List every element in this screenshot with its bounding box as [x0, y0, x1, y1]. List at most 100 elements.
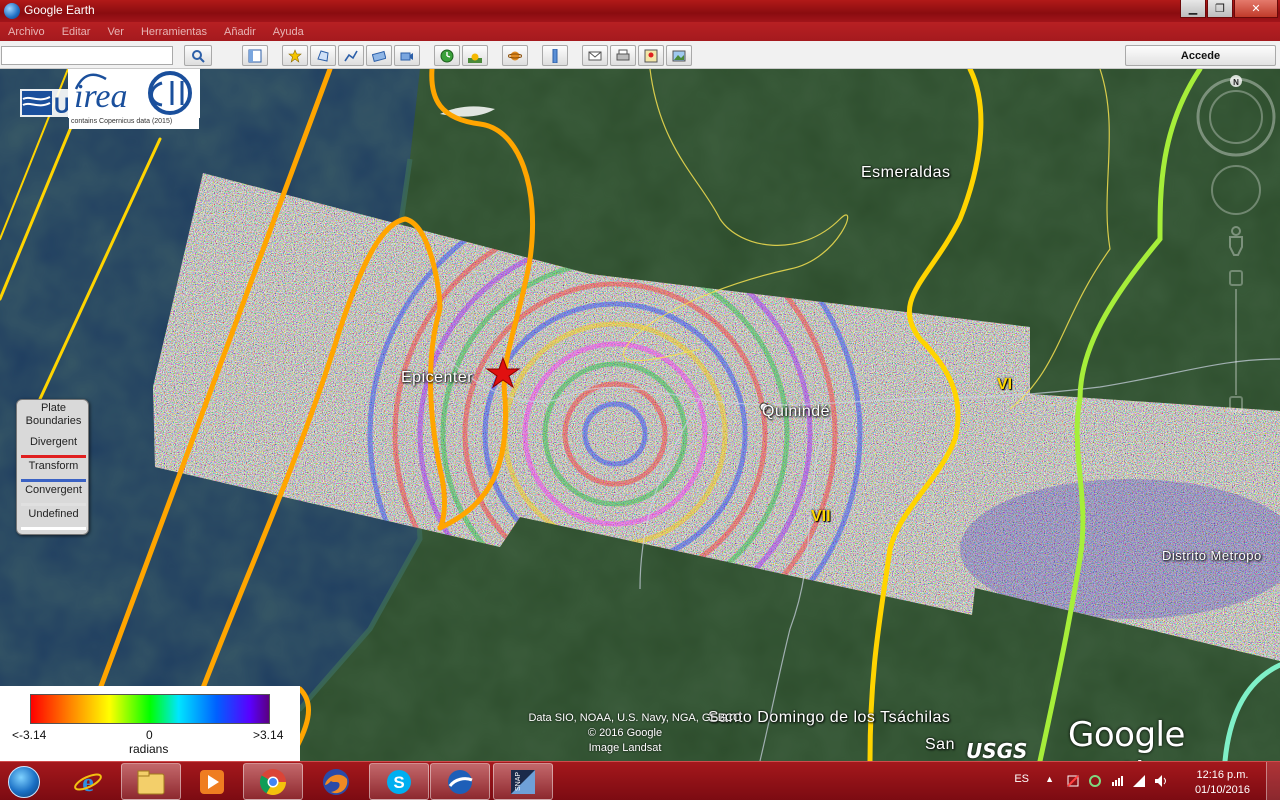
taskbar-google-earth[interactable] — [430, 763, 490, 800]
toolbar: Accede — [0, 41, 1280, 69]
network-icon[interactable] — [1110, 774, 1124, 788]
legend-divergent-label: Divergent — [29, 436, 78, 448]
google-earth-app-icon — [448, 769, 473, 794]
action-center-icon[interactable] — [1066, 774, 1080, 788]
record-tour-button[interactable] — [394, 45, 420, 66]
clock[interactable]: 12:16 p.m. 01/10/2016 — [1195, 768, 1250, 798]
copernicus-caption: contains Copernicus data (2015) — [69, 118, 199, 129]
scale-min-label: <-3.14 — [12, 728, 47, 742]
save-image-icon — [672, 50, 686, 61]
show-desktop-button[interactable] — [1266, 762, 1280, 800]
sign-in-button[interactable]: Accede — [1125, 45, 1276, 66]
chrome-icon — [259, 768, 287, 795]
save-image-button[interactable] — [666, 45, 692, 66]
image-overlay-button[interactable] — [366, 45, 392, 66]
navigation-controls[interactable]: N — [1196, 75, 1278, 415]
label-distrito-metropolitano[interactable]: Distrito Metropo — [1162, 548, 1262, 563]
snap-icon: SNAP — [511, 769, 535, 794]
scale-mid-label: 0 — [146, 728, 153, 742]
legend-convergent-label: Convergent — [25, 484, 82, 496]
volume-icon[interactable] — [1154, 774, 1168, 788]
taskbar-firefox[interactable] — [306, 763, 366, 800]
placemark-icon — [288, 48, 302, 63]
legend-divergent: Divergent — [21, 436, 86, 458]
sync-icon[interactable] — [1088, 774, 1102, 788]
historical-imagery-button[interactable] — [434, 45, 460, 66]
path-icon — [344, 50, 358, 61]
menu-bar: Archivo Editar Ver Herramientas Añadir A… — [0, 22, 1280, 41]
taskbar-skype[interactable]: S — [369, 763, 429, 800]
usgs-logo: USGS — [966, 739, 1028, 761]
attribution-copyright: © 2016 Google — [587, 727, 663, 739]
label-quininde[interactable]: Quinindé — [762, 403, 830, 421]
svg-text:irea: irea — [74, 78, 128, 115]
print-icon — [616, 49, 630, 60]
path-button[interactable] — [338, 45, 364, 66]
menu-ayuda[interactable]: Ayuda — [273, 26, 304, 38]
zoom-slider[interactable] — [1229, 270, 1243, 412]
placemark-button[interactable] — [282, 45, 308, 66]
menu-archivo[interactable]: Archivo — [8, 26, 45, 38]
record-tour-icon — [400, 52, 413, 60]
firefox-icon — [323, 768, 349, 795]
planet-icon — [508, 51, 522, 60]
menu-anadir[interactable]: Añadir — [224, 26, 256, 38]
search-input[interactable] — [1, 46, 173, 65]
language-indicator[interactable]: ES — [1014, 773, 1029, 785]
planet-button[interactable] — [502, 45, 528, 66]
skype-icon: S — [387, 769, 411, 794]
close-button[interactable]: ✕ — [1234, 0, 1278, 18]
print-button[interactable] — [610, 45, 636, 66]
attribution-imagery: Image Landsat — [588, 742, 662, 754]
google-earth-logo: Google earth — [1068, 715, 1185, 761]
menu-editar[interactable]: Editar — [62, 26, 91, 38]
show-hidden-icons-icon[interactable]: ▲ — [1045, 774, 1054, 784]
clock-date: 01/10/2016 — [1194, 784, 1250, 796]
start-button[interactable] — [2, 763, 46, 800]
clock-time: 12:16 p.m. — [1196, 769, 1249, 781]
label-epicenter[interactable]: Epicenter — [401, 369, 473, 387]
taskbar-file-explorer[interactable] — [121, 763, 181, 800]
taskbar-internet-explorer[interactable]: e — [58, 763, 118, 800]
street-view-icon[interactable] — [1229, 226, 1243, 256]
legend-transform-swatch — [21, 479, 86, 482]
polygon-icon — [317, 49, 329, 62]
menu-ver[interactable]: Ver — [107, 26, 124, 38]
phase-color-scale: <-3.14 0 >3.14 radians — [0, 686, 300, 761]
polygon-button[interactable] — [310, 45, 336, 66]
signal-icon[interactable] — [1132, 774, 1146, 788]
window-controls: ▁ ❐ ✕ — [1180, 0, 1278, 18]
menu-herramientas[interactable]: Herramientas — [141, 26, 207, 38]
taskbar: e S SNAP ES ▲ 12:16 p.m. 01/10/2016 — [0, 761, 1280, 800]
search-icon — [192, 49, 205, 63]
move-ring[interactable] — [1211, 165, 1261, 215]
label-san[interactable]: San — [925, 736, 955, 754]
windows-logo-icon — [8, 766, 40, 798]
search-button[interactable] — [184, 45, 212, 66]
map-view[interactable]: U irea contains Copernicus data (2015) E… — [0, 69, 1280, 761]
taskbar-media-player[interactable] — [182, 763, 242, 800]
view-in-maps-button[interactable] — [638, 45, 664, 66]
maximize-button[interactable]: ❐ — [1207, 0, 1233, 18]
sunlight-button[interactable] — [462, 45, 488, 66]
view-in-maps-icon — [644, 49, 658, 62]
sunlight-icon — [468, 53, 482, 63]
ruler-button[interactable] — [542, 45, 568, 66]
map-canvas — [0, 69, 1280, 761]
email-icon — [588, 51, 602, 60]
legend-convergent-swatch — [21, 503, 86, 506]
label-esmeraldas[interactable]: Esmeraldas — [861, 164, 950, 182]
taskbar-chrome[interactable] — [243, 763, 303, 800]
sidebar-button[interactable] — [242, 45, 268, 66]
minimize-button[interactable]: ▁ — [1180, 0, 1206, 18]
svg-text:U: U — [54, 93, 70, 118]
svg-text:S: S — [393, 773, 404, 792]
intensity-label-vii: VII — [811, 508, 831, 525]
email-button[interactable] — [582, 45, 608, 66]
legend-transform: Transform — [21, 460, 86, 482]
media-player-icon — [200, 769, 224, 794]
taskbar-snap[interactable]: SNAP — [493, 763, 553, 800]
title-bar: Google Earth ▁ ❐ ✕ — [0, 0, 1280, 22]
svg-text:e: e — [82, 768, 94, 797]
intensity-label-vi: VI — [997, 376, 1013, 393]
